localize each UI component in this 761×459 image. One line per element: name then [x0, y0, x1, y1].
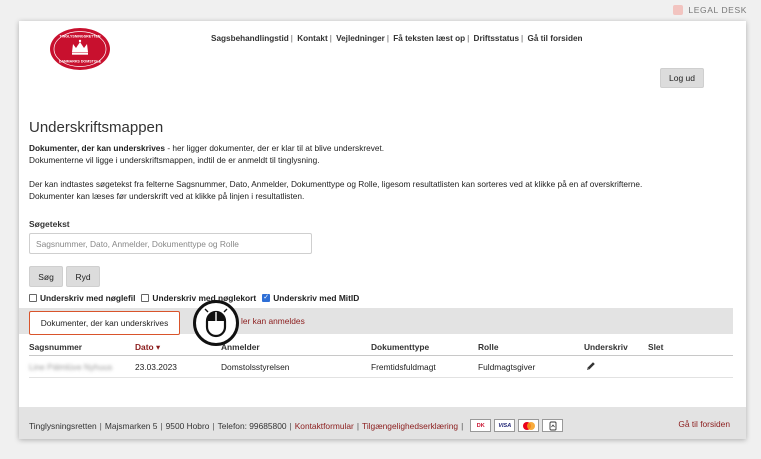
cell-sagsnummer[interactable]: Line Pálmlüve Nyhuus: [29, 362, 112, 372]
intro-line3: Der kan indtastes søgetekst fra felterne…: [29, 179, 643, 189]
header-rolle[interactable]: Rolle: [478, 342, 498, 352]
tab-can-be-registered[interactable]: ler kan anmeldes: [241, 316, 305, 326]
checkbox-keycard[interactable]: [141, 294, 150, 302]
footer-accessibility-link[interactable]: Tilgængelighedserklæring: [362, 421, 458, 431]
intro-line2: Dokumenterne vil ligge i underskriftsmap…: [29, 155, 320, 165]
option-mitid[interactable]: ✓ Underskriv med MitID: [262, 293, 359, 303]
cell-anmelder[interactable]: Domstolsstyrelsen: [221, 362, 289, 372]
table-header-divider: [29, 355, 733, 356]
nav-vejledninger[interactable]: Vejledninger: [336, 34, 385, 43]
footer-org: Tinglysningsretten: [29, 420, 97, 431]
mouse-click-indicator: [193, 300, 239, 346]
cell-rolle[interactable]: Fuldmagtsgiver: [478, 362, 535, 372]
footer-city: 9500 Hobro: [165, 420, 210, 431]
nav-kontakt[interactable]: Kontakt: [297, 34, 327, 43]
browser-page: TINGLYSNINGSRETTEN DANMARKS DOMSTOLE Sag…: [19, 21, 746, 439]
footer-info: Tinglysningsretten | Majsmarken 5 | 9500 H…: [29, 419, 564, 432]
checkbox-keyfile[interactable]: [29, 294, 37, 302]
tinglysningsretten-logo[interactable]: TINGLYSNINGSRETTEN DANMARKS DOMSTOLE: [49, 27, 111, 71]
mouse-icon: [204, 308, 228, 338]
option-keyfile-label: Underskriv med nøglefil: [40, 293, 136, 303]
pencil-icon[interactable]: [586, 361, 596, 371]
nav-driftsstatus[interactable]: Driftsstatus: [474, 34, 520, 43]
intro-line1: - her ligger dokumenter, der er klar til…: [165, 143, 385, 153]
footer-address: Majsmarken 5: [104, 420, 158, 431]
sort-desc-icon: ▾: [155, 342, 161, 352]
logout-button[interactable]: Log ud: [660, 68, 704, 88]
visa-icon: VISA: [494, 419, 516, 432]
header-dokumenttype[interactable]: Dokumenttype: [371, 342, 429, 352]
nav-read-aloud[interactable]: Få teksten læst op: [393, 34, 465, 43]
brand-logo-icon: [673, 5, 684, 15]
clear-button[interactable]: Ryd: [66, 266, 100, 287]
intro-line4: Dokumenter kan læses før underskrift ved…: [29, 191, 305, 201]
logo-top-text: TINGLYSNINGSRETTEN: [60, 35, 101, 39]
footer-home-link[interactable]: Gå til forsiden: [678, 419, 730, 429]
page-title: Underskriftsmappen: [29, 119, 164, 136]
brand-watermark: LEGAL DESK: [673, 5, 747, 15]
footer-phone: Telefon: 99685800: [217, 420, 287, 431]
header-underskriv: Underskriv: [584, 342, 628, 352]
intro-bold-lead: Dokumenter, der kan underskrives: [29, 143, 166, 153]
option-mitid-label: Underskriv med MitID: [273, 293, 360, 303]
logo-bottom-text: DANMARKS DOMSTOLE: [59, 60, 102, 64]
option-keyfile[interactable]: Underskriv med nøglefil: [29, 293, 135, 303]
mobilepay-icon: [542, 419, 564, 432]
mastercard-icon: [518, 419, 540, 432]
sign-method-options: Underskriv med nøglefil Underskriv med n…: [29, 293, 359, 303]
header-anmelder[interactable]: Anmelder: [221, 342, 260, 352]
dankort-icon: DK: [470, 419, 492, 432]
header-sagsnummer[interactable]: Sagsnummer: [29, 342, 82, 352]
top-navigation: Sagsbehandlingstid | Kontakt | Vejledninge…: [211, 34, 583, 43]
search-label: Søgetekst: [29, 219, 70, 229]
header-dato[interactable]: Dato ▾: [135, 342, 160, 352]
footer-contact-link[interactable]: Kontaktformular: [295, 421, 354, 431]
cell-dato[interactable]: 23.03.2023: [135, 362, 177, 372]
brand-label: LEGAL DESK: [688, 5, 747, 15]
search-input[interactable]: [29, 233, 312, 254]
nav-home[interactable]: Gå til forsiden: [527, 34, 582, 43]
table-row-divider: [29, 377, 733, 378]
payment-cards: DK VISA: [470, 419, 564, 432]
tab-can-be-signed[interactable]: Dokumenter, der kan underskrives: [29, 311, 180, 335]
checkbox-mitid[interactable]: ✓: [262, 294, 271, 302]
search-button[interactable]: Søg: [29, 266, 63, 287]
option-keycard-label: Underskriv med nøglekort: [152, 293, 257, 303]
option-keycard[interactable]: Underskriv med nøglekort: [141, 293, 256, 303]
cell-dokumenttype[interactable]: Fremtidsfuldmagt: [371, 362, 436, 372]
header-slet: Slet: [648, 342, 664, 352]
intro-text: Dokumenter, der kan underskrives - her l…: [29, 142, 729, 214]
nav-sagsbehandlingstid[interactable]: Sagsbehandlingstid: [211, 34, 289, 43]
